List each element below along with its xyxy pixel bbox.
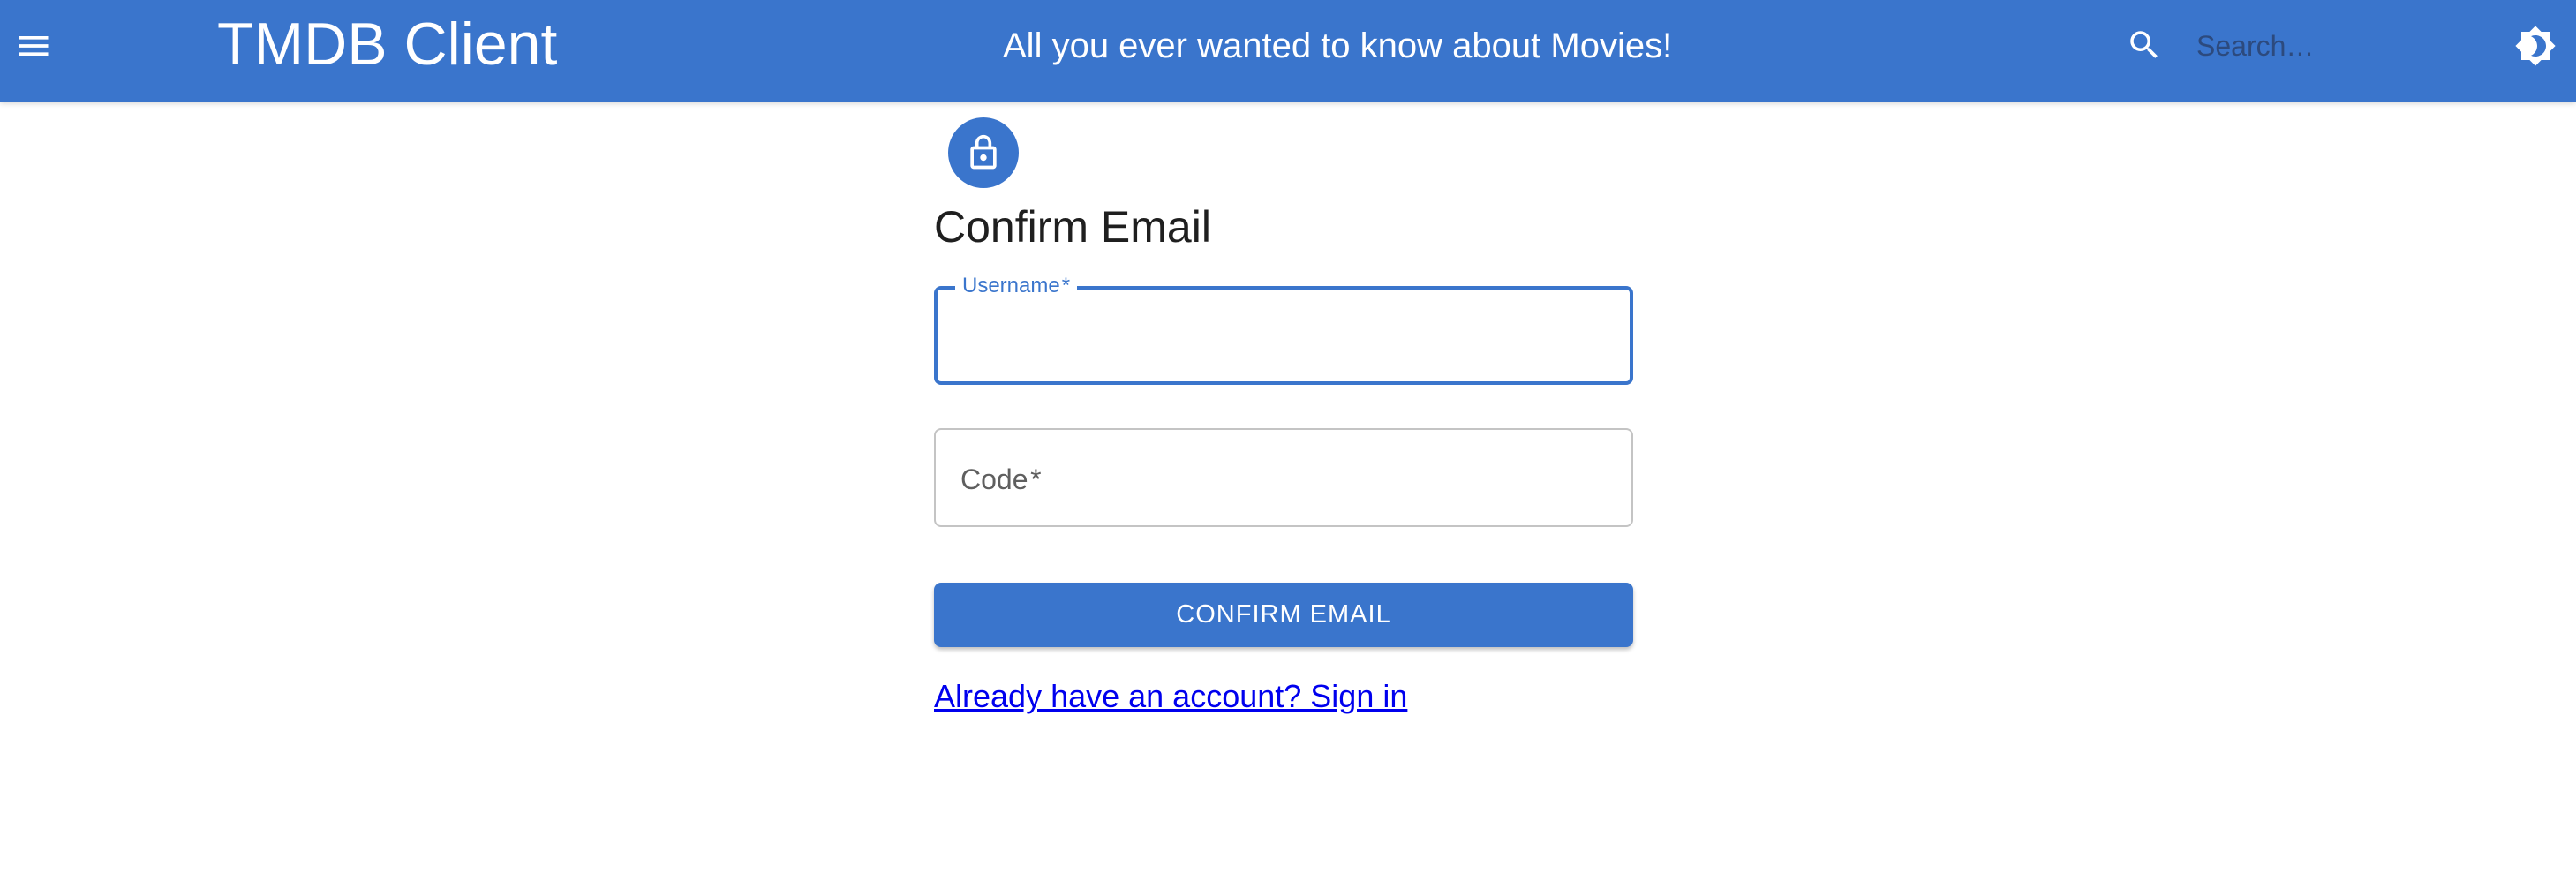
app-bar: TMDB Client All you ever wanted to know …	[0, 0, 2576, 102]
menu-button[interactable]	[9, 21, 58, 71]
confirm-email-button[interactable]: CONFIRM EMAIL	[934, 583, 1633, 647]
avatar	[948, 117, 1019, 188]
app-title[interactable]: TMDB Client	[217, 12, 557, 76]
app-tagline: All you ever wanted to know about Movies…	[1003, 26, 1673, 65]
username-field[interactable]	[938, 290, 1630, 381]
code-field[interactable]	[936, 430, 1631, 525]
search-input[interactable]	[2182, 23, 2474, 69]
username-field-container: Username *	[934, 272, 1633, 385]
menu-icon	[19, 36, 49, 56]
lock-icon	[970, 134, 997, 170]
theme-toggle-button[interactable]	[2512, 23, 2558, 69]
sign-in-link[interactable]: Already have an account? Sign in	[934, 677, 1407, 716]
code-field-container: Code *	[934, 428, 1633, 527]
page-title: Confirm Email	[934, 202, 1211, 252]
brightness-icon	[2515, 26, 2556, 66]
search-icon	[2126, 26, 2163, 64]
